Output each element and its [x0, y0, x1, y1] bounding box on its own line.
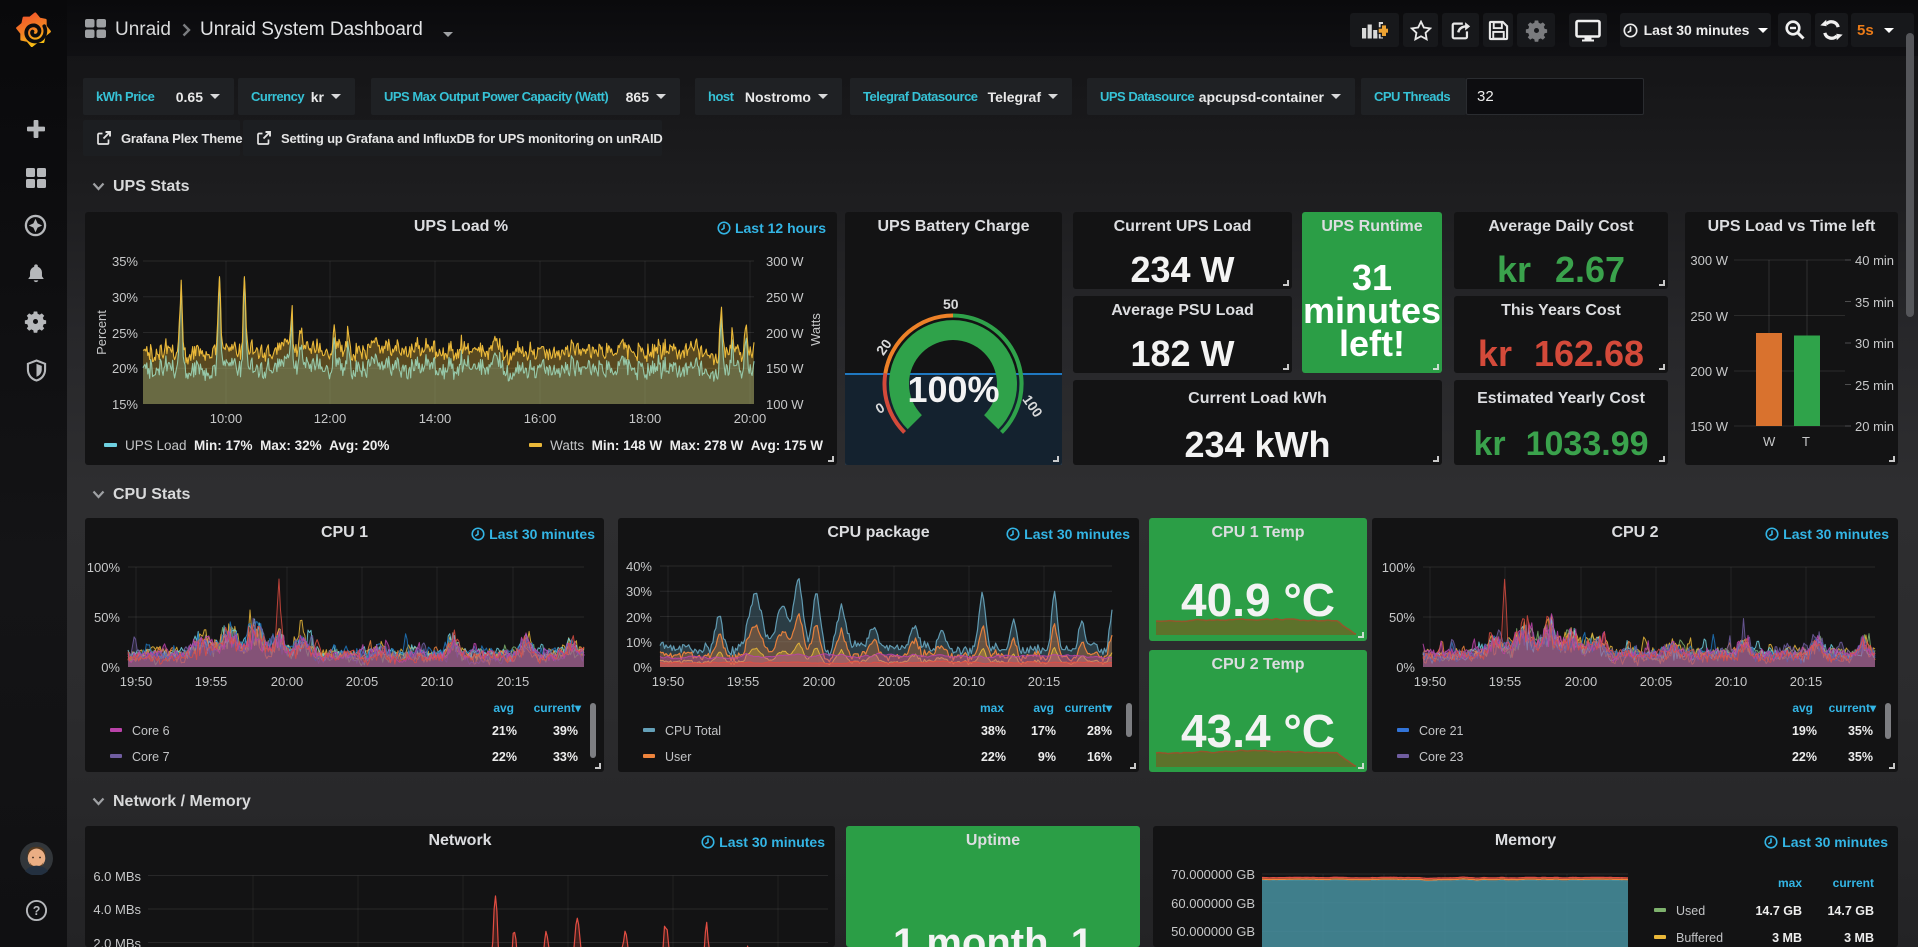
svg-text:?: ?: [33, 904, 41, 918]
